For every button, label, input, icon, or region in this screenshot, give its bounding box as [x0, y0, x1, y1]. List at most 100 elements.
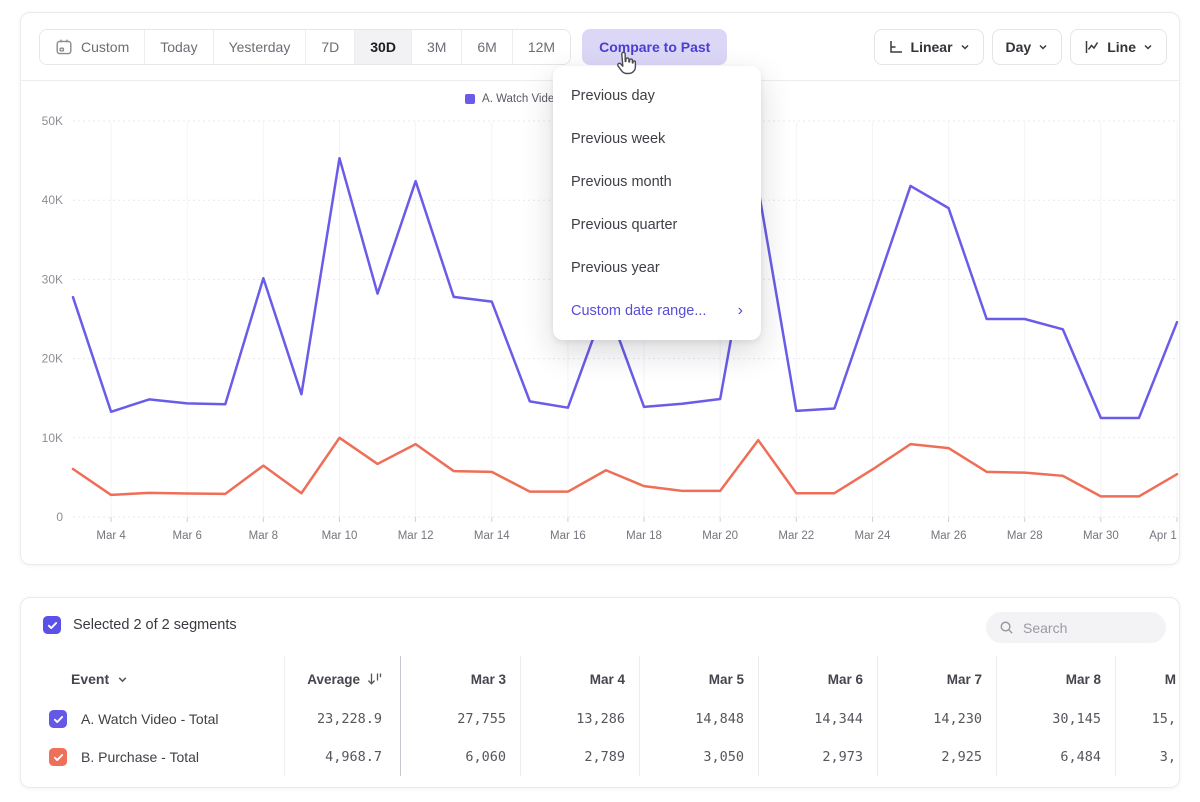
- chevron-right-icon: ›: [738, 302, 743, 320]
- value-cell: 13,286: [520, 711, 639, 727]
- x-axis-label: Mar 8: [249, 530, 278, 542]
- menu-item-previous-quarter[interactable]: Previous quarter: [553, 203, 761, 246]
- x-axis-label: Mar 26: [931, 530, 967, 542]
- x-axis-label: Mar 22: [778, 530, 814, 542]
- date-preset-today[interactable]: Today: [145, 30, 213, 64]
- value-cell: 14,230: [877, 711, 996, 727]
- search-box[interactable]: [986, 612, 1166, 643]
- value-cell: 6,060: [400, 749, 520, 765]
- value-cell: 2,789: [520, 749, 639, 765]
- x-axis-label: Mar 10: [322, 530, 358, 542]
- check-icon: [47, 620, 58, 631]
- check-icon: [53, 714, 64, 725]
- x-axis-label: Mar 6: [173, 530, 202, 542]
- chart-type-label: Line: [1107, 39, 1136, 55]
- date-preset-6m[interactable]: 6M: [462, 30, 512, 64]
- y-axis-label: 0: [56, 510, 63, 524]
- chart-type-select-button[interactable]: Line: [1070, 29, 1167, 65]
- x-axis-label: Mar 30: [1083, 530, 1119, 542]
- x-axis-label: Mar 12: [398, 530, 434, 542]
- y-axis-label: 20K: [42, 352, 63, 366]
- chevron-down-icon: [1143, 42, 1153, 52]
- date-column-header-clipped: M: [1115, 672, 1180, 687]
- selected-summary: Selected 2 of 2 segments: [73, 617, 237, 633]
- compare-to-past-button[interactable]: Compare to Past: [582, 29, 727, 65]
- value-cell: 14,848: [639, 711, 758, 727]
- y-axis-label: 50K: [42, 114, 63, 128]
- segment-label: A. Watch Video - Total: [81, 711, 218, 727]
- menu-item-previous-year[interactable]: Previous year: [553, 246, 761, 289]
- x-axis-label: Mar 20: [702, 530, 738, 542]
- search-input[interactable]: [1023, 620, 1143, 636]
- segment-label: B. Purchase - Total: [81, 749, 199, 765]
- interval-select-button[interactable]: Day: [992, 29, 1063, 65]
- chart-options-group: Linear Day Line: [874, 29, 1167, 65]
- menu-item-previous-week[interactable]: Previous week: [553, 117, 761, 160]
- series-line[interactable]: [73, 438, 1177, 497]
- event-column-header[interactable]: Event: [21, 671, 284, 687]
- row-checkbox[interactable]: [49, 710, 67, 728]
- sort-descending-icon: [367, 673, 382, 686]
- y-axis-label: 40K: [42, 193, 63, 207]
- date-column-header[interactable]: Mar 4: [520, 672, 639, 687]
- value-cell: 2,973: [758, 749, 877, 765]
- select-all-checkbox[interactable]: [43, 616, 61, 634]
- menu-item-previous-month[interactable]: Previous month: [553, 160, 761, 203]
- check-icon: [53, 752, 64, 763]
- x-axis-label: Mar 24: [855, 530, 891, 542]
- value-cell: 3,050: [639, 749, 758, 765]
- x-axis-label: Mar 4: [96, 530, 126, 542]
- date-preset-3m[interactable]: 3M: [412, 30, 462, 64]
- interval-label: Day: [1006, 39, 1032, 55]
- legend-swatch: [465, 94, 475, 104]
- preset-label: Custom: [81, 39, 129, 55]
- average-value: 4,968.7: [284, 749, 400, 765]
- row-checkbox[interactable]: [49, 748, 67, 766]
- date-range-control: Custom Today Yesterday 7D 30D 3M 6M 12M: [39, 29, 571, 65]
- value-cell-clipped: 15,: [1115, 711, 1180, 727]
- chevron-down-icon: [1038, 42, 1048, 52]
- x-axis-label: Mar 18: [626, 530, 662, 542]
- value-cell: 6,484: [996, 749, 1115, 765]
- date-preset-custom[interactable]: Custom: [40, 30, 145, 64]
- x-axis-label: Apr 1: [1149, 530, 1177, 542]
- value-cell: 30,145: [996, 711, 1115, 727]
- date-column-header[interactable]: Mar 3: [400, 672, 520, 687]
- date-column-header[interactable]: Mar 7: [877, 672, 996, 687]
- value-cell: 2,925: [877, 749, 996, 765]
- chevron-down-icon: [117, 674, 128, 685]
- calendar-icon: [55, 38, 73, 56]
- compare-to-past-menu: Previous dayPrevious weekPrevious monthP…: [553, 66, 761, 340]
- hand-cursor: [612, 50, 638, 78]
- date-preset-7d[interactable]: 7D: [306, 30, 355, 64]
- date-preset-30d[interactable]: 30D: [355, 30, 412, 64]
- table-row: B. Purchase - Total 4,968.76,0602,7893,05…: [21, 738, 1180, 776]
- line-chart-icon: [1084, 39, 1100, 55]
- table-header-row: Event Average Mar 3 Mar 4 Mar 5 Mar 6 Ma…: [21, 659, 1180, 699]
- y-axis-label: 30K: [42, 272, 63, 286]
- table-row: A. Watch Video - Total 23,228.927,75513,2…: [21, 700, 1180, 738]
- value-cell: 14,344: [758, 711, 877, 727]
- x-axis-label: Mar 16: [550, 530, 586, 542]
- value-cell-clipped: 3,: [1115, 749, 1180, 765]
- chevron-down-icon: [960, 42, 970, 52]
- date-column-header[interactable]: Mar 5: [639, 672, 758, 687]
- segments-table-card: Selected 2 of 2 segments Event Average: [20, 597, 1180, 788]
- linear-scale-icon: [888, 39, 904, 55]
- value-cell: 27,755: [400, 711, 520, 727]
- average-column-header[interactable]: Average: [284, 672, 400, 687]
- scale-label: Linear: [911, 39, 953, 55]
- date-preset-yesterday[interactable]: Yesterday: [214, 30, 307, 64]
- x-axis-label: Mar 14: [474, 530, 510, 542]
- average-value: 23,228.9: [284, 711, 400, 727]
- menu-item-previous-day[interactable]: Previous day: [553, 74, 761, 117]
- analytics-dashboard: Custom Today Yesterday 7D 30D 3M 6M 12M …: [0, 0, 1200, 802]
- date-column-header[interactable]: Mar 6: [758, 672, 877, 687]
- x-axis-label: Mar 28: [1007, 530, 1043, 542]
- search-icon: [999, 620, 1014, 635]
- date-preset-12m[interactable]: 12M: [513, 30, 570, 64]
- menu-item-custom-date-range[interactable]: Custom date range...›: [553, 289, 761, 332]
- y-axis-label: 10K: [42, 431, 63, 445]
- scale-select-button[interactable]: Linear: [874, 29, 984, 65]
- date-column-header[interactable]: Mar 8: [996, 672, 1115, 687]
